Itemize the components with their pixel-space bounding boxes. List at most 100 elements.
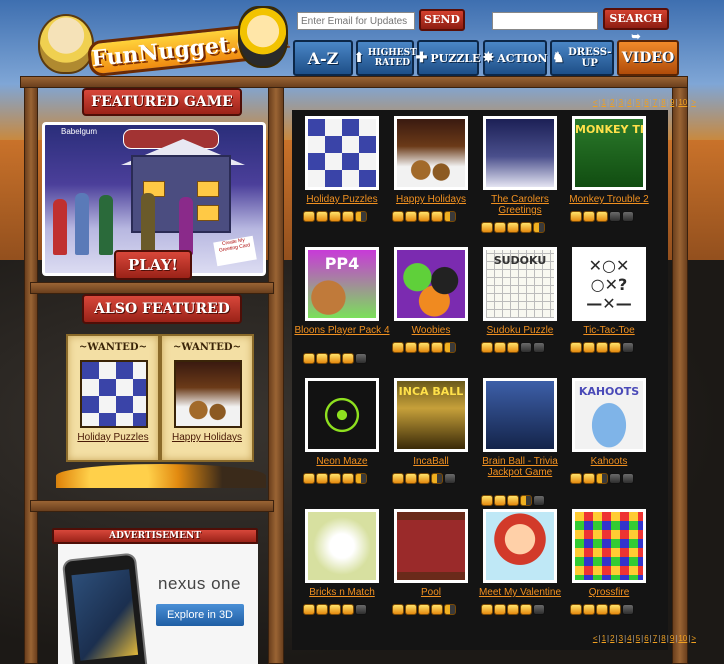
game-thumbnail[interactable]: SUDOKU bbox=[483, 247, 557, 321]
nav-action[interactable]: ✸ ACTION bbox=[483, 40, 548, 76]
game-title-link[interactable]: Holiday Puzzles bbox=[293, 194, 391, 205]
wanted-game-link[interactable]: Happy Holidays bbox=[162, 432, 252, 444]
advertisement-banner[interactable]: nexus one Explore in 3D bbox=[58, 544, 258, 664]
game-thumbnail[interactable] bbox=[572, 509, 646, 583]
wanted-poster[interactable]: ~WANTED~ Happy Holidays bbox=[160, 334, 254, 462]
pager-page-link[interactable]: 7 bbox=[653, 634, 657, 643]
wanted-thumbnail[interactable] bbox=[174, 360, 242, 428]
game-card[interactable]: Qrossfire bbox=[564, 509, 654, 633]
game-thumbnail[interactable] bbox=[483, 116, 557, 190]
game-thumbnail[interactable] bbox=[305, 116, 379, 190]
pager-separator: | bbox=[615, 634, 618, 643]
nav-a-z[interactable]: A-Z bbox=[293, 40, 353, 76]
game-card[interactable]: Woobies bbox=[386, 247, 476, 371]
email-updates-input[interactable] bbox=[297, 12, 415, 30]
pager-page-link[interactable]: 9 bbox=[670, 98, 674, 107]
game-title-link[interactable]: Tic-Tac-Toe bbox=[560, 325, 658, 336]
game-thumbnail[interactable] bbox=[305, 509, 379, 583]
site-logo[interactable]: FunNugget.com bbox=[38, 6, 290, 80]
pager-prev-arrow-icon[interactable]: < bbox=[593, 634, 598, 643]
pager-page-link[interactable]: 5 bbox=[636, 98, 640, 107]
game-title-link[interactable]: Monkey Trouble 2 bbox=[560, 194, 658, 205]
game-card[interactable]: Happy Holidays bbox=[386, 116, 476, 240]
game-thumbnail[interactable] bbox=[483, 378, 557, 452]
nugget-star-full-icon bbox=[481, 342, 493, 353]
game-title-link[interactable]: Happy Holidays bbox=[382, 194, 480, 205]
search-input[interactable] bbox=[492, 12, 598, 30]
nugget-star-full-icon bbox=[342, 211, 354, 222]
pager-page-link[interactable]: 7 bbox=[653, 98, 657, 107]
pager-page-link[interactable]: 6 bbox=[644, 634, 648, 643]
game-thumbnail[interactable] bbox=[394, 116, 468, 190]
game-card[interactable]: Bricks n Match bbox=[297, 509, 387, 633]
pager-page-link[interactable]: 5 bbox=[636, 634, 640, 643]
game-card[interactable]: PP4 Bloons Player Pack 4 bbox=[294, 247, 390, 371]
pager-page-link[interactable]: 2 bbox=[610, 98, 614, 107]
game-title-link[interactable]: Bricks n Match bbox=[293, 587, 391, 598]
pager-page-link[interactable]: 10 bbox=[678, 98, 687, 107]
wanted-poster[interactable]: ~WANTED~ Holiday Puzzles bbox=[66, 334, 160, 462]
pager-page-link[interactable]: 3 bbox=[619, 634, 623, 643]
send-button[interactable]: SEND bbox=[419, 9, 465, 31]
nav-video[interactable]: VIDEO bbox=[617, 40, 679, 76]
play-button[interactable]: PLAY! bbox=[114, 250, 192, 280]
game-title-link[interactable]: Neon Maze bbox=[293, 456, 391, 467]
search-button[interactable]: SEARCH ➥ bbox=[603, 8, 669, 43]
game-card[interactable]: ✕○✕ ○✕? —✕— Tic-Tac-Toe bbox=[564, 247, 654, 371]
pager-page-link[interactable]: 8 bbox=[661, 98, 665, 107]
game-title-link[interactable]: Qrossfire bbox=[560, 587, 658, 598]
game-card[interactable]: Brain Ball - Trivia Jackpot Game bbox=[475, 378, 565, 506]
game-card[interactable]: KAHOOTS Kahoots bbox=[564, 378, 654, 502]
pager-page-link[interactable]: 3 bbox=[619, 98, 623, 107]
game-card[interactable]: Meet My Valentine bbox=[475, 509, 565, 633]
game-card[interactable]: MONKEY TROUBLE 2Monkey Trouble 2 bbox=[564, 116, 654, 240]
rating-stars bbox=[303, 211, 367, 222]
pager-page-link[interactable]: 1 bbox=[602, 98, 606, 107]
game-card[interactable]: Pool bbox=[386, 509, 476, 633]
game-title-link[interactable]: Brain Ball - Trivia Jackpot Game bbox=[471, 456, 569, 478]
thumbnail-title: SUDOKU bbox=[493, 254, 547, 267]
game-thumbnail[interactable]: INCA BALL bbox=[394, 378, 468, 452]
pager-page-link[interactable]: 9 bbox=[670, 634, 674, 643]
game-thumbnail[interactable]: KAHOOTS bbox=[572, 378, 646, 452]
nav-highest-rated[interactable]: ⬆ HIGHEST RATED bbox=[353, 40, 417, 76]
pager-page-link[interactable]: 4 bbox=[627, 634, 631, 643]
thumbnail-title: PP4 bbox=[324, 254, 360, 273]
wanted-thumbnail[interactable] bbox=[80, 360, 148, 428]
nugget-star-full-icon bbox=[431, 211, 443, 222]
game-card[interactable]: INCA BALL IncaBall bbox=[386, 378, 476, 502]
wanted-game-link[interactable]: Holiday Puzzles bbox=[68, 432, 158, 444]
pager-page-link[interactable]: 1 bbox=[602, 634, 606, 643]
game-title-link[interactable]: Kahoots bbox=[560, 456, 658, 467]
pager-next-arrow-icon[interactable]: > bbox=[691, 634, 696, 643]
game-thumbnail[interactable] bbox=[394, 509, 468, 583]
pager-page-link[interactable]: 8 bbox=[661, 634, 665, 643]
pager-page-link[interactable]: 10 bbox=[678, 634, 687, 643]
rating-stars bbox=[481, 222, 545, 233]
pager-page-link[interactable]: 6 bbox=[644, 98, 648, 107]
game-title-link[interactable]: Meet My Valentine bbox=[471, 587, 569, 598]
game-thumbnail[interactable]: MONKEY TROUBLE 2 bbox=[572, 116, 646, 190]
game-title-link[interactable]: Bloons Player Pack 4 bbox=[293, 325, 391, 336]
game-title-link[interactable]: Pool bbox=[382, 587, 480, 598]
game-thumbnail[interactable] bbox=[483, 509, 557, 583]
pager-page-link[interactable]: 4 bbox=[627, 98, 631, 107]
game-thumbnail[interactable]: PP4 bbox=[305, 247, 379, 321]
nav-puzzle[interactable]: ✚ PUZZLE bbox=[416, 40, 480, 76]
pager-prev-arrow-icon[interactable]: < bbox=[593, 98, 598, 107]
pager-next-arrow-icon[interactable]: > bbox=[691, 98, 696, 107]
game-title-link[interactable]: Sudoku Puzzle bbox=[471, 325, 569, 336]
game-title-link[interactable]: The Carolers Greetings bbox=[471, 194, 569, 216]
game-thumbnail[interactable] bbox=[305, 378, 379, 452]
game-card[interactable]: The Carolers Greetings bbox=[475, 116, 565, 240]
game-card[interactable]: SUDOKU Sudoku Puzzle bbox=[475, 247, 565, 371]
game-thumbnail[interactable]: ✕○✕ ○✕? —✕— bbox=[572, 247, 646, 321]
game-card[interactable]: Holiday Puzzles bbox=[297, 116, 387, 240]
explore-3d-button[interactable]: Explore in 3D bbox=[156, 604, 244, 626]
game-title-link[interactable]: IncaBall bbox=[382, 456, 480, 467]
game-card[interactable]: Neon Maze bbox=[297, 378, 387, 502]
nav-dress-up[interactable]: ♞ DRESS-UP bbox=[550, 40, 614, 76]
pager-page-link[interactable]: 2 bbox=[610, 634, 614, 643]
game-thumbnail[interactable] bbox=[394, 247, 468, 321]
game-title-link[interactable]: Woobies bbox=[382, 325, 480, 336]
